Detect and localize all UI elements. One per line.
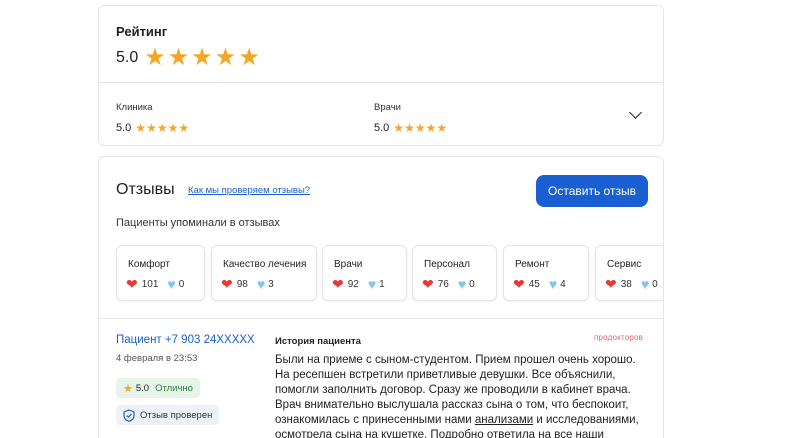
star-icon: ★ [146, 121, 157, 135]
reviews-title: Отзывы [116, 181, 175, 198]
likes-count: 76 [437, 278, 449, 290]
expand-rating-button[interactable] [627, 105, 643, 122]
verified-badge: Отзыв проверен [116, 405, 220, 425]
heart-icon: ❤ [126, 276, 138, 292]
broken-heart-icon: ♥ [167, 276, 176, 292]
dislikes-count: 3 [268, 278, 274, 290]
review-score: 5.0 [135, 382, 150, 394]
dislikes-count: 0 [469, 278, 475, 290]
tag-label: Врачи [334, 259, 363, 270]
shield-check-icon [123, 408, 135, 422]
tag-label: Сервис [607, 259, 642, 270]
review-section-title: История пациента [275, 336, 361, 347]
likes-count: 45 [528, 278, 540, 290]
likes-count: 101 [141, 278, 159, 290]
doctors-stars: ★★★★★ [393, 119, 447, 137]
star-icon: ★ [167, 121, 179, 135]
heart-icon: ❤ [332, 276, 344, 292]
tag-label: Качество лечения [223, 259, 307, 270]
verify-reviews-link[interactable]: Как мы проверяем отзывы? [188, 185, 310, 196]
divider [99, 318, 663, 319]
broken-heart-icon: ♥ [256, 276, 266, 292]
doctors-rating-label: Врачи [374, 102, 401, 113]
star-icon: ★ [404, 121, 415, 135]
doctors-rating: Врачи 5.0 ★★★★★ [374, 102, 447, 137]
star-icon: ★ [393, 121, 405, 135]
dislikes-count: 0 [652, 278, 658, 290]
heart-icon: ❤ [221, 276, 233, 292]
review-date: 4 февраля в 23:53 [116, 353, 198, 364]
overall-rating-value: 5.0 [116, 49, 139, 66]
review-author[interactable]: Пациент +7 903 24XXXXX [116, 334, 255, 346]
broken-heart-icon: ♥ [367, 276, 377, 292]
clinic-rating-label: Клиника [116, 102, 153, 113]
star-icon: ★ [191, 44, 213, 71]
star-icon: ★ [123, 382, 133, 395]
heart-icon: ❤ [513, 276, 525, 292]
mention-tag-renovation[interactable]: Ремонт ❤ 45 ♥ 4 [503, 245, 589, 301]
star-icon: ★ [214, 44, 237, 71]
mentions-title: Пациенты упоминали в отзывах [116, 217, 280, 229]
rating-title: Рейтинг [116, 24, 168, 39]
star-icon: ★ [414, 121, 426, 135]
star-icon: ★ [436, 121, 448, 135]
mention-tag-service[interactable]: Сервис ❤ 38 ♥ 0 [595, 245, 663, 301]
clinic-stars: ★★★★★ [135, 119, 189, 137]
broken-heart-icon: ♥ [457, 276, 467, 292]
star-icon: ★ [144, 44, 166, 71]
overall-rating: 5.0 ★★★★★ [116, 46, 262, 70]
star-icon: ★ [178, 121, 190, 135]
broken-heart-icon: ♥ [548, 276, 558, 292]
heart-icon: ❤ [422, 276, 434, 292]
tag-label: Комфорт [128, 259, 170, 270]
chevron-down-icon [628, 105, 642, 119]
likes-count: 98 [236, 278, 248, 290]
dislikes-count: 4 [560, 278, 566, 290]
star-icon: ★ [425, 121, 437, 135]
review-text: Были на приеме с сыном-студентом. Прием … [275, 353, 649, 438]
review-score-label: Отлично [155, 382, 193, 394]
overall-stars: ★★★★★ [144, 46, 262, 70]
reviews-card: Отзывы Как мы проверяем отзывы? Оставить… [98, 156, 664, 438]
clinic-rating-value: 5.0 [116, 122, 132, 134]
mention-tag-quality[interactable]: Качество лечения ❤ 98 ♥ 3 [211, 245, 317, 301]
leave-review-button[interactable]: Оставить отзыв [536, 175, 648, 207]
dislikes-count: 0 [178, 278, 185, 290]
tag-label: Персонал [424, 259, 470, 270]
star-icon: ★ [135, 121, 147, 135]
likes-count: 92 [347, 278, 359, 290]
divider [99, 82, 663, 83]
likes-count: 38 [620, 278, 632, 290]
rating-card: Рейтинг 5.0 ★★★★★ Клиника 5.0 ★★★★★ Врач… [98, 5, 664, 146]
star-icon: ★ [156, 121, 168, 135]
verified-label: Отзыв проверен [140, 409, 213, 421]
star-icon: ★ [167, 44, 190, 71]
analyses-link[interactable]: анализами [475, 414, 533, 426]
doctors-rating-value: 5.0 [374, 122, 390, 134]
mention-tag-staff[interactable]: Персонал ❤ 76 ♥ 0 [412, 245, 497, 301]
broken-heart-icon: ♥ [640, 276, 650, 292]
star-icon: ★ [238, 44, 260, 71]
mention-tag-comfort[interactable]: Комфорт ❤ 101 ♥ 0 [116, 245, 205, 301]
dislikes-count: 1 [379, 278, 385, 290]
heart-icon: ❤ [605, 276, 617, 292]
tag-label: Ремонт [515, 259, 550, 270]
clinic-rating: Клиника 5.0 ★★★★★ [116, 102, 189, 137]
mention-tag-doctors[interactable]: Врачи ❤ 92 ♥ 1 [322, 245, 407, 301]
source-logo: продокторов [594, 333, 644, 342]
review-score-badge: ★ 5.0 Отлично [116, 378, 200, 398]
